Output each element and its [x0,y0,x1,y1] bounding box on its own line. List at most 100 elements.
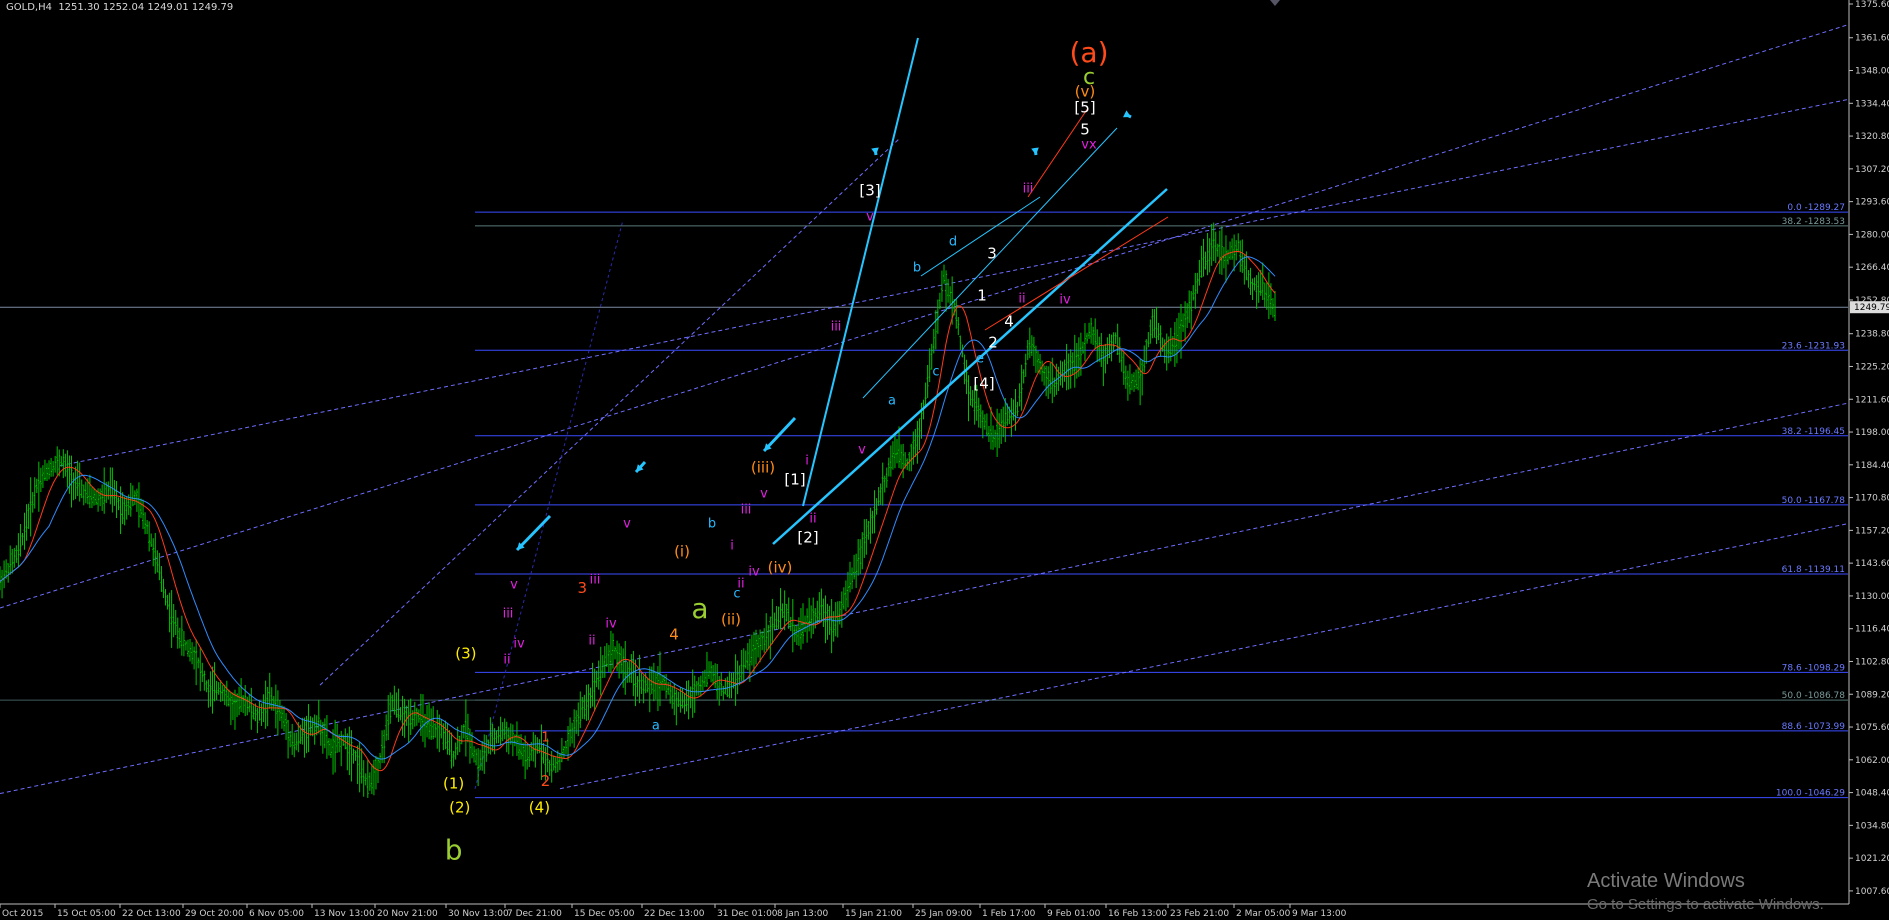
chart-header: GOLD,H4 1251.30 1252.04 1249.01 1249.79 [6,2,233,13]
price-tick-label: 1102.80 [1855,657,1889,667]
price-tick-label: 1375.60 [1855,0,1889,10]
symbol-timeframe: GOLD,H4 [6,2,52,13]
fib-level-label: 61.8 -1139.11 [1782,565,1845,575]
wave-label: v [760,487,768,502]
arrow-marker [634,460,647,474]
wave-label: b [708,517,716,532]
wave-label: v [623,517,631,532]
channel-dashed-line [59,98,1849,467]
price-tick-label: 1116.40 [1855,625,1889,635]
wave-label: [4] [973,375,994,393]
wave-label: e [976,352,984,367]
steep-dashed-line [474,219,624,789]
arrow-shaft [515,514,552,552]
chart-window[interactable]: 0.0 -1289.27 38.2 -1283.53 23.6 -1231.93 38… [0,0,1889,920]
price-tick-label: 1130.00 [1855,592,1889,602]
current-price-label: 1249.79 [1854,303,1889,313]
price-tick-label: 1225.20 [1855,362,1889,372]
fib-level-label: 88.6 -1073.99 [1782,722,1846,732]
wave-label: 5 [1080,121,1090,139]
time-tick-label: 15 Oct 05:00 [57,909,116,919]
wave-label: a [652,719,660,734]
price-tick-label: 1021.20 [1855,854,1889,864]
trendline-cyan [920,196,1041,277]
price-tick-label: 1089.20 [1855,690,1889,700]
price-tick-label: 1157.20 [1855,526,1889,536]
wave-label: v [858,443,866,458]
wave-label: a [691,592,708,625]
time-tick-label: 8 Jan 13:00 [777,909,829,919]
wave-label: iv [605,617,617,632]
price-tick-label: 1007.60 [1855,887,1889,897]
wave-label: (ii) [721,611,741,629]
wave-label: b [913,261,921,276]
price-tick-label: 1320.80 [1855,132,1889,142]
wave-label: 2 [541,772,551,790]
wave-label: iii [590,573,601,588]
wave-label: 2 [988,334,998,352]
trendline-cyan [772,188,1168,545]
wave-label: iii [1023,182,1034,197]
price-tick-label: 1184.40 [1855,461,1889,471]
wave-label: (iii) [751,459,775,477]
price-tick-label: 1170.80 [1855,494,1889,504]
fib-level-label: 38.2 -1196.45 [1782,427,1845,437]
fib-level-label: 38.2 -1283.53 [1782,217,1845,227]
fib-level-label: 78.6 -1098.29 [1782,663,1846,673]
wave-label: i [730,539,734,554]
price-tick-label: 1361.60 [1855,34,1889,44]
price-tick-label: 1266.40 [1855,263,1889,273]
arrow-marker [871,147,879,156]
wave-label: v [866,210,874,225]
fib-level-label: 50.0 -1167.78 [1782,496,1846,506]
wave-label: [3] [859,182,880,200]
time-tick-label: 29 Oct 20:00 [185,909,244,919]
price-tick-label: 1334.40 [1855,99,1889,109]
wave-label: (i) [674,543,690,561]
time-tick-label: 20 Nov 21:00 [377,909,438,919]
fib-level-label: 0.0 -1289.27 [1787,203,1845,213]
wave-label: iii [831,320,842,335]
arrow-marker [762,416,797,453]
price-tick-label: 1238.80 [1855,330,1889,340]
wave-label: 3 [578,579,588,597]
wave-label: ii [737,577,744,592]
time-tick-label: 9 Mar 13:00 [1292,909,1347,919]
wave-label: 1 [977,287,987,305]
wave-label: [5] [1074,99,1095,117]
time-tick-label: 9 Feb 01:00 [1047,909,1101,919]
channel-dashed-line [559,523,1849,790]
time-tick-label: 6 Nov 05:00 [249,909,304,919]
wave-label: ii [1018,292,1025,307]
time-tick-label: 31 Dec 01:00 [717,909,778,919]
wave-label: 4 [669,626,679,644]
wave-label: a [888,394,896,409]
wave-label: d [949,235,957,250]
wave-label: [1] [784,471,805,489]
price-tick-label: 1062.00 [1855,756,1889,766]
time-tick-label: 1 Feb 17:00 [982,909,1036,919]
wave-label: iii [503,607,514,622]
wave-label: (3) [455,644,476,662]
wave-label: [2] [797,529,818,547]
candlestick-series [0,222,1276,798]
gold-h4-chart[interactable]: 0.0 -1289.2738.2 -1283.5323.6 -1231.9338… [0,0,1889,920]
time-tick-label: 15 Dec 05:00 [574,909,635,919]
wave-label: c [932,365,939,380]
time-tick-label: 22 Dec 13:00 [644,909,705,919]
fib-level-label: 23.6 -1231.93 [1782,341,1845,351]
price-tick-label: 1198.00 [1855,428,1889,438]
wave-label: ii [588,634,595,649]
wave-label: iv [513,637,525,652]
wave-label: 3 [987,245,997,263]
arrow-marker [515,514,552,552]
arrow-marker [1123,110,1132,119]
price-tick-label: 1034.80 [1855,821,1889,831]
price-tick-label: 1143.60 [1855,559,1889,569]
wave-label: (2) [449,799,470,817]
scroll-marker [1270,0,1280,6]
fib-level-label: 100.0 -1046.29 [1776,789,1845,799]
arrow-head [1123,110,1131,118]
price-tick-label: 1280.00 [1855,230,1889,240]
time-tick-label: 25 Jan 09:00 [915,909,972,919]
